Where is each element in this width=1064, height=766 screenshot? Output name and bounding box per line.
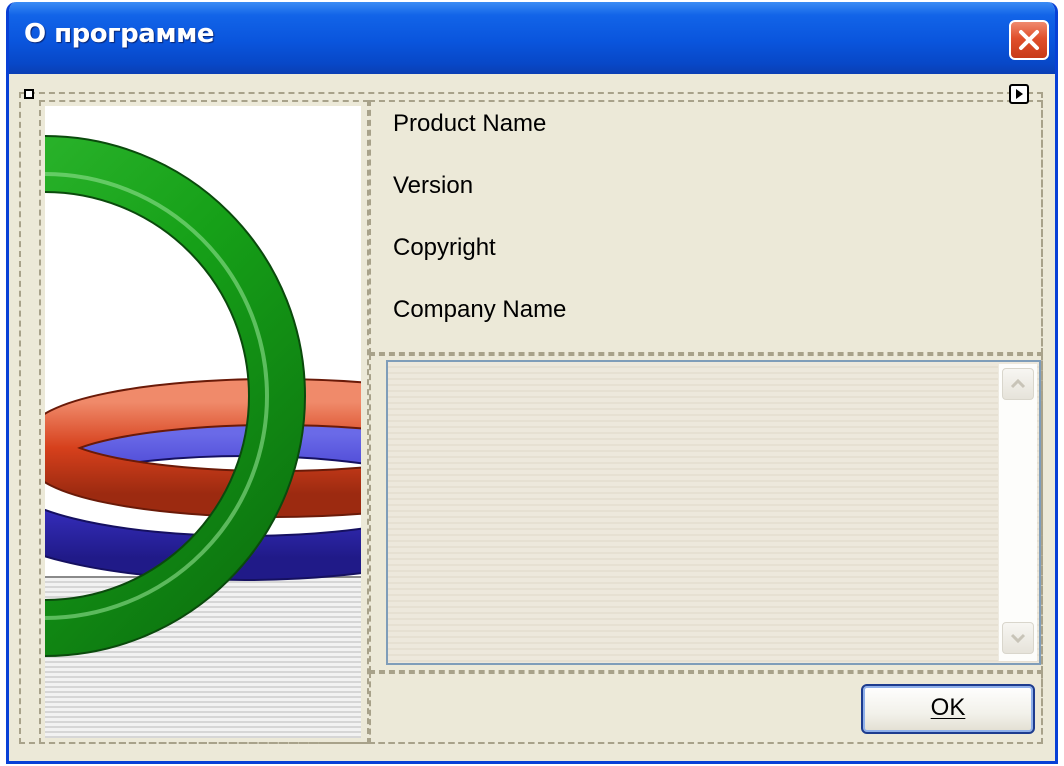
- ok-button[interactable]: OK: [861, 684, 1035, 734]
- chevron-down-icon: [1010, 633, 1026, 644]
- vertical-scrollbar[interactable]: [998, 364, 1037, 661]
- about-dialog: О программе Product Name Version Copyrig…: [6, 2, 1058, 764]
- dialog-body: Product Name Version Copyright Company N…: [9, 74, 1055, 761]
- window-title: О программе: [24, 19, 214, 49]
- rings-logo: [45, 135, 361, 657]
- play-arrow-icon: [1016, 89, 1023, 99]
- logo-picture: [45, 106, 361, 738]
- close-button[interactable]: [1009, 20, 1049, 60]
- chevron-up-icon: [1010, 378, 1026, 389]
- product-name-label: Product Name: [393, 110, 547, 137]
- scroll-down-button[interactable]: [1002, 622, 1034, 654]
- company-name-label: Company Name: [393, 296, 567, 323]
- copyright-label: Copyright: [393, 234, 496, 261]
- ok-button-label: OK: [930, 694, 966, 721]
- scroll-up-button[interactable]: [1002, 368, 1034, 400]
- close-icon: [1019, 30, 1039, 50]
- smart-tag-button[interactable]: [1009, 84, 1029, 104]
- description-textbox[interactable]: [386, 360, 1041, 665]
- move-handle[interactable]: [24, 89, 34, 99]
- title-bar[interactable]: О программе: [9, 2, 1055, 74]
- version-label: Version: [393, 172, 474, 199]
